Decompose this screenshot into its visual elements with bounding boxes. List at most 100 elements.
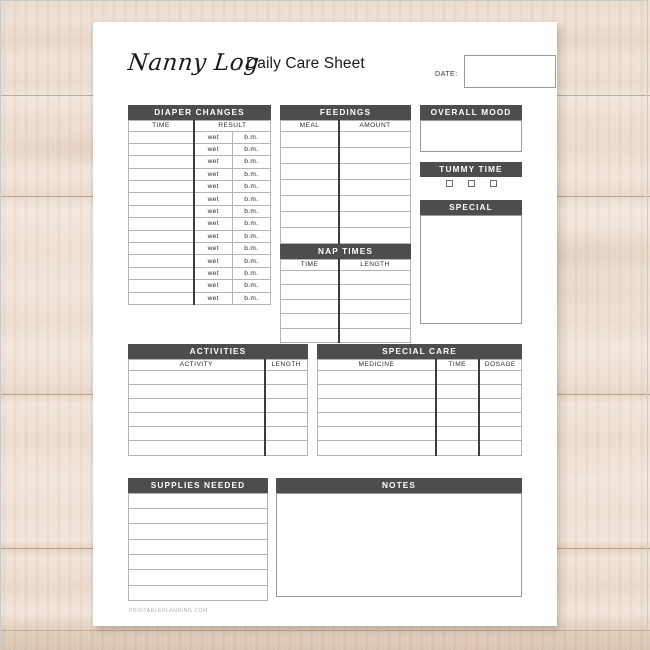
cell-length[interactable]: [338, 284, 411, 300]
cell-time[interactable]: [434, 383, 480, 399]
cell-dosage[interactable]: [477, 369, 522, 385]
notes-field[interactable]: [276, 492, 522, 597]
tummy-time-checkbox[interactable]: [445, 179, 453, 187]
cell-wet[interactable]: wet: [192, 229, 233, 244]
cell-time[interactable]: [434, 369, 480, 385]
cell-time[interactable]: [127, 155, 195, 169]
cell-time[interactable]: [127, 204, 195, 219]
cell-length[interactable]: [263, 426, 308, 442]
cell-wet[interactable]: wet: [192, 217, 233, 231]
overall-mood-field[interactable]: [420, 119, 522, 152]
table-row[interactable]: wet b.m.: [127, 217, 272, 231]
table-row[interactable]: [280, 226, 411, 244]
tummy-time-checkbox[interactable]: [467, 179, 475, 187]
table-row[interactable]: [128, 569, 268, 586]
cell-time[interactable]: [280, 327, 340, 343]
cell-supply[interactable]: [128, 554, 268, 571]
cell-wet[interactable]: wet: [192, 266, 233, 281]
cell-amount[interactable]: [338, 194, 411, 212]
cell-length[interactable]: [263, 383, 308, 399]
table-row[interactable]: wet b.m.: [127, 180, 272, 194]
cell-bm[interactable]: b.m.: [231, 204, 272, 219]
cell-wet[interactable]: wet: [192, 180, 233, 194]
cell-time[interactable]: [280, 298, 340, 314]
cell-bm[interactable]: b.m.: [231, 217, 272, 231]
table-row[interactable]: wet b.m.: [127, 142, 272, 157]
table-row[interactable]: [280, 327, 411, 343]
cell-bm[interactable]: b.m.: [231, 180, 272, 194]
table-row[interactable]: [128, 507, 268, 525]
table-row[interactable]: [280, 146, 411, 164]
cell-time[interactable]: [127, 180, 195, 194]
table-row[interactable]: wet b.m.: [127, 130, 272, 144]
cell-dosage[interactable]: [477, 412, 522, 428]
date-input[interactable]: [464, 55, 556, 88]
cell-wet[interactable]: wet: [192, 291, 233, 305]
cell-amount[interactable]: [338, 146, 411, 164]
cell-time[interactable]: [127, 241, 195, 256]
table-row[interactable]: [127, 397, 308, 414]
cell-dosage[interactable]: [477, 383, 522, 399]
table-row[interactable]: [280, 194, 411, 212]
cell-activity[interactable]: [127, 397, 266, 414]
cell-time[interactable]: [280, 269, 340, 285]
table-row[interactable]: [316, 369, 522, 385]
cell-time[interactable]: [127, 192, 195, 206]
table-row[interactable]: wet b.m.: [127, 204, 272, 219]
table-row[interactable]: [280, 130, 411, 148]
cell-length[interactable]: [338, 269, 411, 285]
table-row[interactable]: [127, 412, 308, 428]
table-row[interactable]: [280, 162, 411, 180]
cell-time[interactable]: [127, 291, 195, 305]
table-row[interactable]: wet b.m.: [127, 229, 272, 244]
table-row[interactable]: [127, 369, 308, 385]
cell-length[interactable]: [263, 369, 308, 385]
cell-time[interactable]: [127, 254, 195, 268]
table-row[interactable]: [316, 383, 522, 399]
table-row[interactable]: wet b.m.: [127, 192, 272, 206]
table-row[interactable]: [280, 210, 411, 228]
cell-wet[interactable]: wet: [192, 279, 233, 293]
table-row[interactable]: wet b.m.: [127, 167, 272, 182]
table-row[interactable]: [127, 383, 308, 399]
cell-bm[interactable]: b.m.: [231, 155, 272, 169]
cell-time[interactable]: [127, 229, 195, 244]
table-row[interactable]: [316, 412, 522, 428]
cell-wet[interactable]: wet: [192, 167, 233, 182]
table-row[interactable]: wet b.m.: [127, 254, 272, 268]
cell-wet[interactable]: wet: [192, 204, 233, 219]
table-row[interactable]: [280, 298, 411, 314]
cell-length[interactable]: [338, 313, 411, 329]
cell-supply[interactable]: [128, 584, 268, 602]
cell-time[interactable]: [434, 440, 480, 456]
cell-time[interactable]: [280, 313, 340, 329]
cell-time[interactable]: [434, 426, 480, 442]
cell-length[interactable]: [338, 298, 411, 314]
cell-time[interactable]: [127, 130, 195, 144]
cell-time[interactable]: [127, 167, 195, 182]
table-row[interactable]: [280, 313, 411, 329]
special-concerns-field[interactable]: [420, 214, 522, 324]
cell-time[interactable]: [127, 279, 195, 293]
cell-supply[interactable]: [128, 523, 268, 540]
cell-bm[interactable]: b.m.: [231, 266, 272, 281]
table-row[interactable]: [128, 492, 268, 509]
cell-bm[interactable]: b.m.: [231, 279, 272, 293]
table-row[interactable]: [280, 284, 411, 300]
table-row[interactable]: [316, 426, 522, 442]
cell-time[interactable]: [127, 217, 195, 231]
cell-medicine[interactable]: [316, 397, 437, 414]
table-row[interactable]: [128, 523, 268, 540]
cell-meal[interactable]: [280, 194, 340, 212]
table-row[interactable]: [127, 426, 308, 442]
cell-meal[interactable]: [280, 130, 340, 148]
cell-medicine[interactable]: [316, 369, 437, 385]
table-row[interactable]: [280, 269, 411, 285]
cell-dosage[interactable]: [477, 397, 522, 414]
cell-medicine[interactable]: [316, 426, 437, 442]
cell-medicine[interactable]: [316, 412, 437, 428]
table-row[interactable]: [128, 584, 268, 602]
cell-wet[interactable]: wet: [192, 155, 233, 169]
cell-medicine[interactable]: [316, 383, 437, 399]
cell-time[interactable]: [434, 397, 480, 414]
